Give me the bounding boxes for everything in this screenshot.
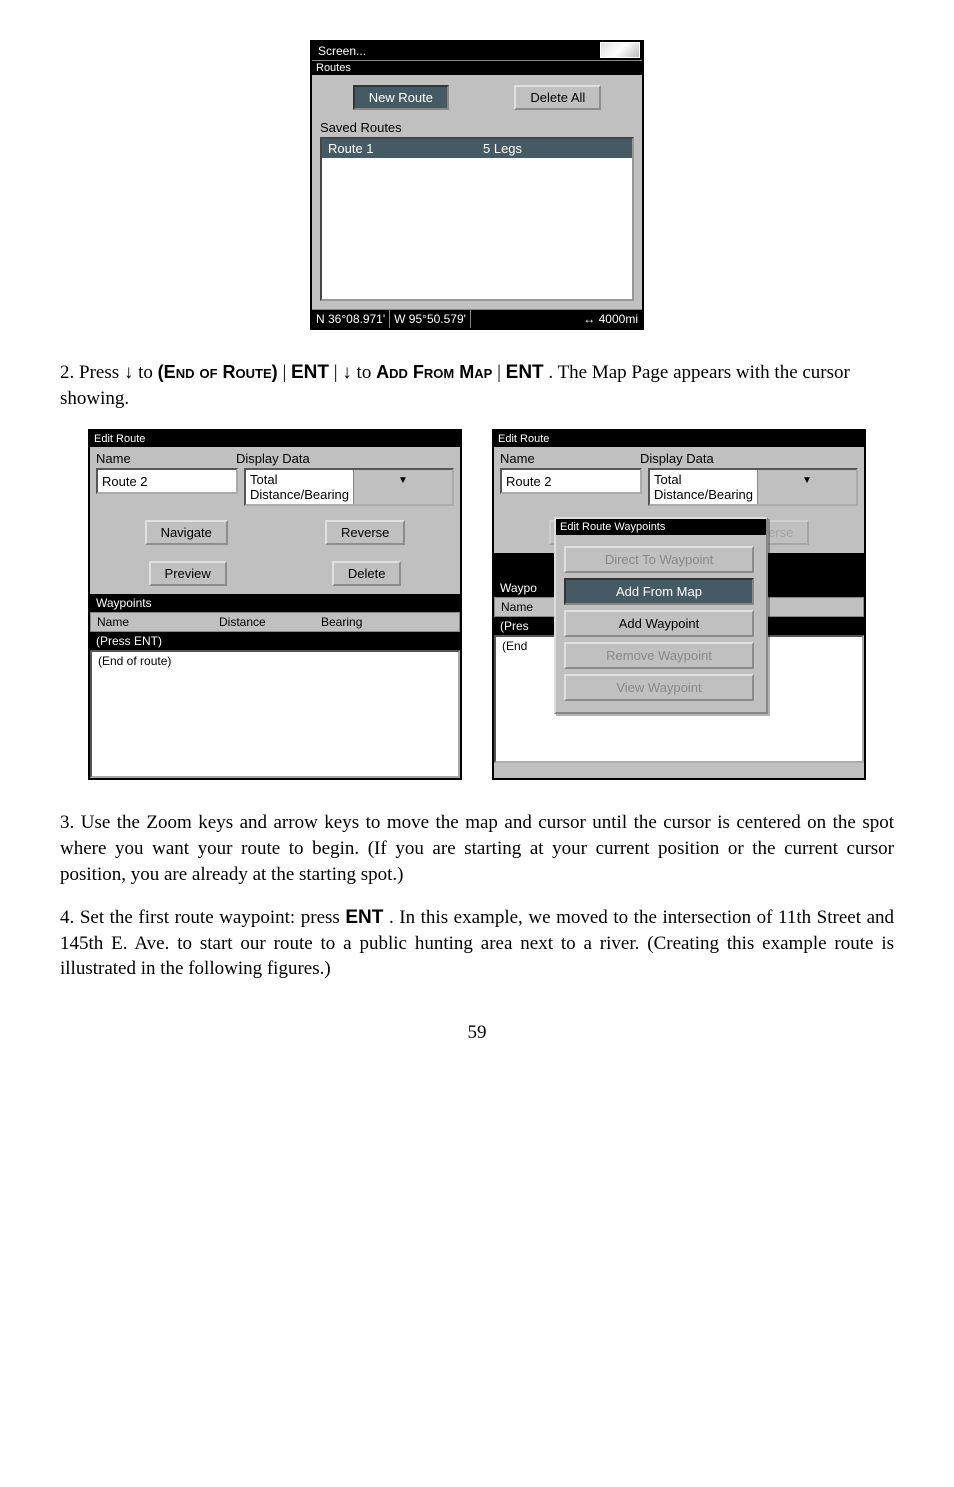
separator: | — [497, 362, 506, 383]
chevron-down-icon: ▼ — [353, 470, 452, 504]
navigate-button[interactable]: Navigate — [145, 520, 228, 545]
delete-button[interactable]: Delete — [332, 561, 402, 586]
text: | ↓ to — [334, 362, 376, 383]
status-scale: ↔ 4000mi — [579, 310, 642, 328]
step-3-text: 3. Use the Zoom keys and arrow keys to m… — [60, 810, 894, 887]
dropdown-value: Total Distance/Bearing — [650, 470, 757, 504]
new-route-button[interactable]: New Route — [353, 85, 449, 110]
titlebar-widget — [600, 42, 640, 58]
titlebar: Edit Route — [90, 431, 460, 447]
titlebar: Screen... — [312, 42, 642, 61]
reverse-button[interactable]: Reverse — [325, 520, 405, 545]
col-bearing: Bearing — [315, 613, 368, 631]
display-data-dropdown[interactable]: Total Distance/Bearing ▼ — [244, 468, 454, 506]
page-number: 59 — [60, 1022, 894, 1044]
col-distance: Distance — [213, 613, 315, 631]
chevron-down-icon: ▼ — [757, 470, 856, 504]
key-add-from-map: Add From Map — [376, 362, 492, 382]
remove-waypoint-button: Remove Waypoint — [564, 642, 754, 669]
text: 2. Press ↓ to — [60, 362, 158, 383]
end-clipped: (End — [502, 639, 527, 653]
waypoint-columns: Name Distance Bearing — [90, 612, 460, 632]
key-ent: ENT — [345, 907, 383, 928]
titlebar: Edit Route — [494, 431, 864, 447]
name-value: Route 2 — [102, 474, 148, 489]
display-data-dropdown[interactable]: Total Distance/Bearing ▼ — [648, 468, 858, 506]
key-ent: ENT — [291, 362, 329, 383]
col-name: Name — [91, 613, 213, 631]
view-waypoint-button: View Waypoint — [564, 674, 754, 701]
saved-routes-list[interactable]: Route 1 5 Legs — [320, 137, 634, 301]
list-item[interactable]: Route 1 5 Legs — [322, 139, 632, 158]
waypoints-header: Waypoints — [90, 594, 460, 612]
status-bar: N 36°08.971' W 95°50.579' ↔ 4000mi — [312, 309, 642, 328]
display-data-label: Display Data — [640, 451, 714, 466]
titlebar-text: Screen... — [318, 44, 366, 58]
popup-title: Edit Route Waypoints — [556, 519, 766, 535]
separator: | — [282, 362, 291, 383]
route-legs: 5 Legs — [477, 139, 632, 158]
routes-screenshot: Screen... Routes New Route Delete All Sa… — [310, 40, 644, 330]
step-4-text: 4. Set the first route waypoint: press E… — [60, 905, 894, 982]
route-name: Route 1 — [322, 139, 477, 158]
dropdown-value: Total Distance/Bearing — [246, 470, 353, 504]
add-waypoint-button[interactable]: Add Waypoint — [564, 610, 754, 637]
edit-route-right: Edit Route Name Display Data Route 2 Tot… — [492, 429, 866, 780]
name-value: Route 2 — [506, 474, 552, 489]
routes-window-label: Routes — [312, 61, 642, 75]
display-data-label: Display Data — [236, 451, 310, 466]
name-field[interactable]: Route 2 — [500, 468, 642, 494]
delete-all-button[interactable]: Delete All — [514, 85, 601, 110]
add-from-map-button[interactable]: Add From Map — [564, 578, 754, 605]
edit-route-figures: Edit Route Name Display Data Route 2 Tot… — [60, 429, 894, 780]
name-label: Name — [500, 451, 640, 466]
name-field[interactable]: Route 2 — [96, 468, 238, 494]
press-ent-row: (Press ENT) — [90, 632, 460, 650]
preview-button[interactable]: Preview — [149, 561, 227, 586]
name-label: Name — [96, 451, 236, 466]
text: 4. Set the first route waypoint: press — [60, 907, 345, 928]
waypoint-list[interactable]: (End of route) — [90, 650, 460, 778]
step-2-text: 2. Press ↓ to (End of Route) | ENT | ↓ t… — [60, 360, 894, 411]
status-lon: W 95°50.579' — [390, 310, 471, 328]
edit-route-waypoints-popup: Edit Route Waypoints Direct To Waypoint … — [554, 517, 768, 714]
status-lat: N 36°08.971' — [312, 310, 390, 328]
saved-routes-label: Saved Routes — [320, 120, 634, 135]
end-of-route-row: (End of route) — [98, 654, 171, 668]
direct-to-waypoint-button: Direct To Waypoint — [564, 546, 754, 573]
key-end-of-route: (End of Route) — [158, 362, 278, 382]
key-ent: ENT — [506, 362, 544, 383]
edit-route-left: Edit Route Name Display Data Route 2 Tot… — [88, 429, 462, 780]
